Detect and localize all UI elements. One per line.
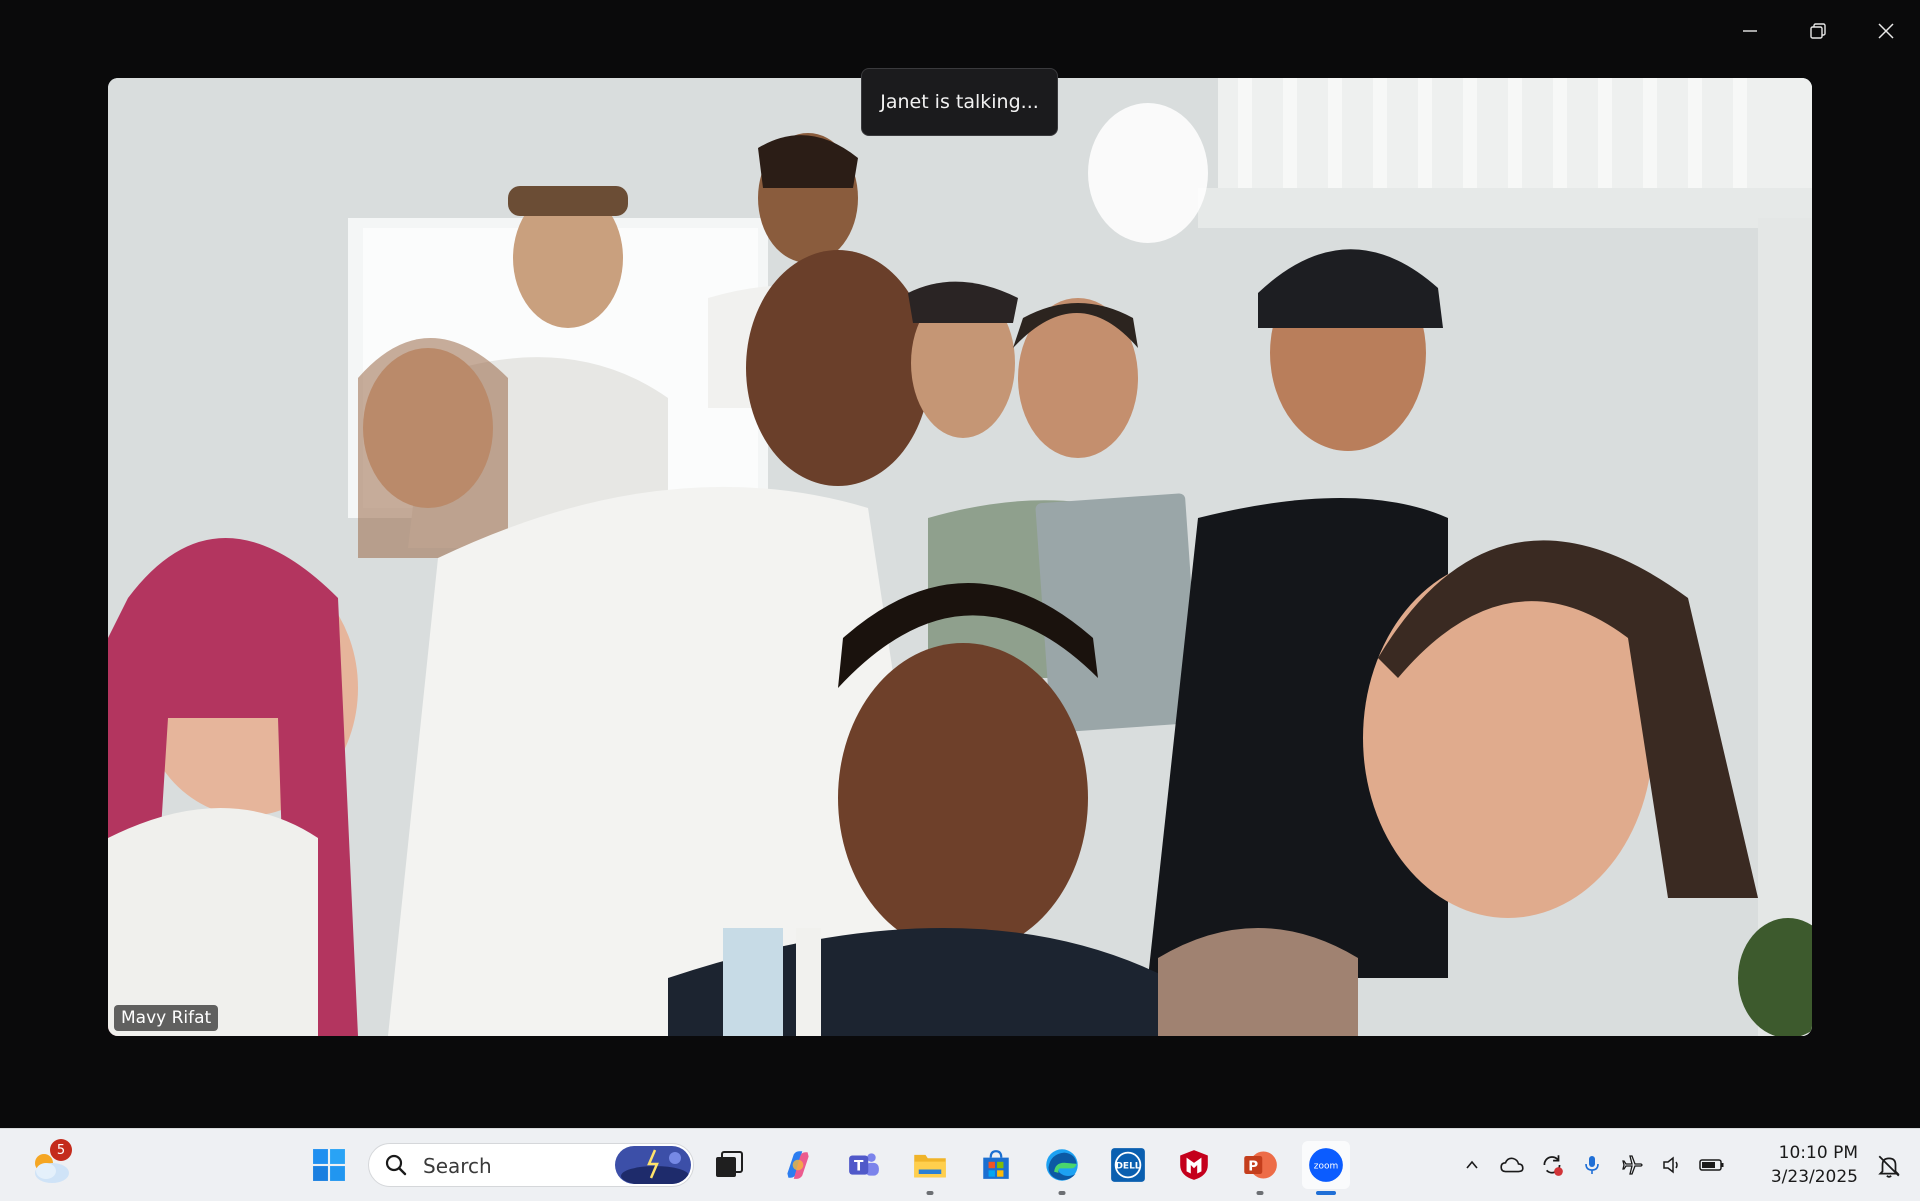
- microphone-icon: [1585, 1156, 1599, 1174]
- search-icon: [385, 1154, 407, 1176]
- task-view-icon: [716, 1151, 743, 1177]
- sync-icon: [1543, 1155, 1563, 1176]
- mcafee-shield-icon: [1180, 1150, 1208, 1180]
- onedrive-cloud-icon: [1500, 1157, 1524, 1173]
- copilot-button[interactable]: [774, 1141, 822, 1189]
- close-icon: [1878, 23, 1894, 39]
- speaker-icon: [1663, 1156, 1678, 1174]
- sync-status-button[interactable]: [1532, 1141, 1572, 1189]
- dell-button[interactable]: DELL: [1104, 1141, 1152, 1189]
- svg-text:DELL: DELL: [1115, 1161, 1140, 1171]
- edge-icon: [1046, 1149, 1078, 1181]
- window-controls: [1716, 0, 1920, 62]
- file-explorer-button[interactable]: [906, 1141, 954, 1195]
- group-selfie-video-frame: [108, 78, 1812, 1036]
- minimize-icon: [1743, 30, 1757, 32]
- teams-button[interactable]: T: [840, 1141, 888, 1189]
- close-button[interactable]: [1852, 0, 1920, 62]
- running-indicator: [1058, 1191, 1066, 1195]
- search-input[interactable]: [421, 1152, 585, 1180]
- taskbar-clock[interactable]: 10:10 PM 3/23/2025: [1754, 1141, 1858, 1189]
- active-app-indicator: [1316, 1191, 1336, 1195]
- mcafee-button[interactable]: [1170, 1141, 1218, 1189]
- powerpoint-button[interactable]: P: [1236, 1141, 1284, 1195]
- restore-button[interactable]: [1784, 0, 1852, 62]
- show-hidden-icons-button[interactable]: [1452, 1141, 1492, 1189]
- volume-button[interactable]: [1652, 1141, 1692, 1189]
- taskbar-search-box[interactable]: [368, 1143, 694, 1187]
- svg-text:T: T: [854, 1158, 864, 1174]
- battery-button[interactable]: [1692, 1141, 1732, 1189]
- windows-start-icon: [313, 1149, 345, 1181]
- clock-date: 3/23/2025: [1770, 1167, 1858, 1187]
- running-indicator: [926, 1191, 934, 1195]
- system-tray: [1452, 1141, 1732, 1189]
- weather-notification-badge: 5: [50, 1139, 72, 1161]
- chevron-up-icon: [1466, 1160, 1478, 1169]
- edge-button[interactable]: [1038, 1141, 1086, 1195]
- microphone-button[interactable]: [1572, 1141, 1612, 1189]
- powerpoint-icon: P: [1244, 1151, 1277, 1179]
- start-button[interactable]: [305, 1141, 353, 1189]
- participant-name-tag: Mavy Rifat: [114, 1005, 219, 1031]
- dell-icon: DELL: [1111, 1148, 1145, 1182]
- zoom-logo-text: zoom: [1314, 1161, 1339, 1171]
- teams-icon: T: [849, 1153, 879, 1176]
- active-speaker-toast: Janet is talking...: [861, 68, 1058, 136]
- minimize-button[interactable]: [1716, 0, 1784, 62]
- airplane-icon: [1622, 1155, 1643, 1175]
- restore-icon: [1810, 23, 1826, 39]
- running-indicator: [1256, 1191, 1264, 1195]
- notification-bell-icon[interactable]: [1876, 1153, 1902, 1179]
- taskbar: 5 Search T DELL P zoom 10:10 PM 3/23/202…: [0, 1128, 1920, 1201]
- microsoft-store-button[interactable]: [972, 1141, 1020, 1189]
- zoom-button[interactable]: zoom: [1302, 1141, 1350, 1195]
- copilot-icon: [787, 1151, 809, 1179]
- airplane-mode-button[interactable]: [1612, 1141, 1652, 1189]
- storm-illustration-icon: [615, 1146, 691, 1184]
- weather-widget[interactable]: 5: [24, 1139, 76, 1191]
- clock-time: 10:10 PM: [1778, 1143, 1858, 1163]
- zoom-icon: zoom: [1309, 1148, 1343, 1182]
- battery-icon: [1699, 1159, 1724, 1171]
- file-explorer-icon: [914, 1154, 946, 1178]
- onedrive-button[interactable]: [1492, 1141, 1532, 1189]
- search-highlight-image[interactable]: [615, 1146, 691, 1184]
- task-view-button[interactable]: [705, 1141, 753, 1189]
- video-feed[interactable]: Mavy Rifat: [108, 78, 1812, 1036]
- svg-text:P: P: [1248, 1159, 1258, 1175]
- microsoft-store-icon: [983, 1150, 1009, 1179]
